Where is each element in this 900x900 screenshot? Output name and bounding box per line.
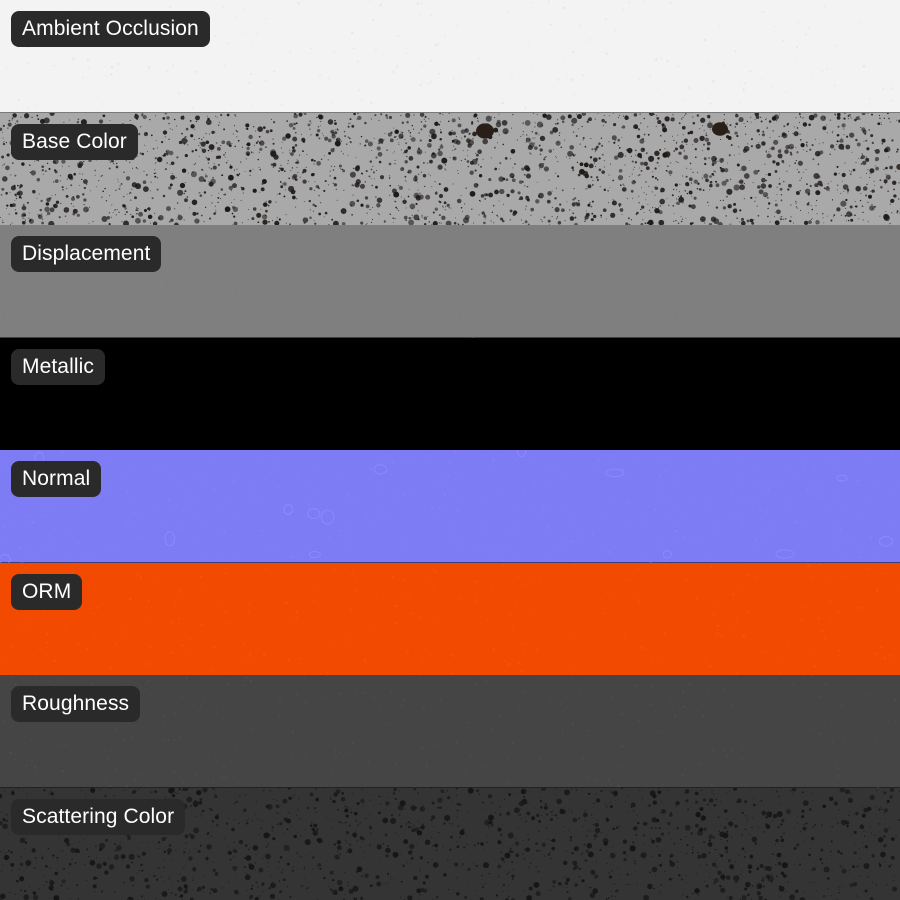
map-strip-displacement: Displacement [0, 225, 900, 338]
map-strip-orm: ORM [0, 562, 900, 675]
map-strip-roughness: Roughness [0, 675, 900, 788]
normal-texture [0, 450, 900, 563]
roughness-label: Roughness [11, 686, 141, 722]
map-strip-ambient-occlusion: Ambient Occlusion [0, 0, 900, 113]
map-strip-base-color: Base Color [0, 112, 900, 225]
map-strip-scattering-color: Scattering Color [0, 787, 900, 900]
metallic-label: Metallic [11, 348, 105, 385]
ambient-occlusion-label: Ambient Occlusion [11, 11, 210, 47]
displacement-label: Displacement [11, 236, 162, 272]
metallic-texture [0, 337, 900, 450]
scattering-color-label: Scattering Color [11, 798, 186, 835]
orm-texture [0, 562, 900, 675]
normal-label: Normal [11, 461, 102, 497]
texture-map-sheet: Ambient Occlusion Base Color Displacemen… [0, 0, 900, 900]
map-strip-normal: Normal [0, 450, 900, 563]
map-strip-metallic: Metallic [0, 337, 900, 450]
base-color-label: Base Color [11, 123, 138, 160]
orm-label: ORM [11, 573, 83, 610]
